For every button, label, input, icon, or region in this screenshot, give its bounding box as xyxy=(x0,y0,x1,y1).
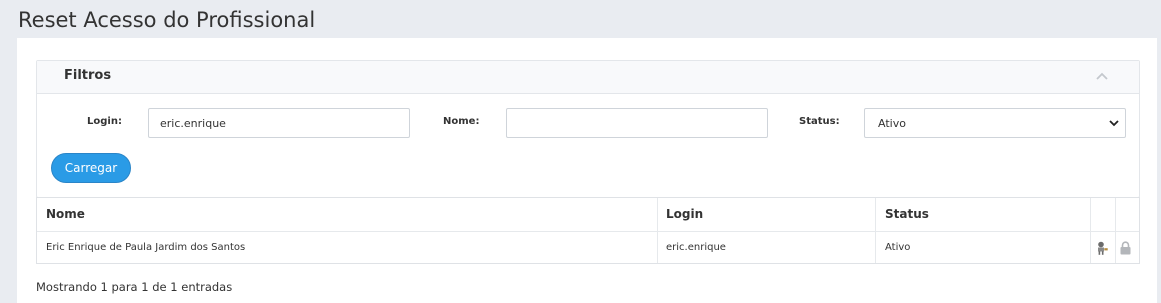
filter-panel-header[interactable]: Filtros xyxy=(37,61,1139,94)
filter-panel-title: Filtros xyxy=(64,68,112,83)
column-divider xyxy=(1090,198,1091,263)
column-header-status[interactable]: Status xyxy=(885,207,929,221)
status-label: Status: xyxy=(799,116,840,127)
cell-login: eric.enrique xyxy=(666,242,726,253)
status-select[interactable]: Ativo xyxy=(864,108,1126,138)
main-content: Filtros Login: Nome: Status: Ativo Carre… xyxy=(17,38,1157,303)
cell-nome: Eric Enrique de Paula Jardim dos Santos xyxy=(46,242,246,253)
lock-icon[interactable] xyxy=(1119,241,1132,255)
user-icon[interactable] xyxy=(1095,241,1109,255)
chevron-up-icon[interactable] xyxy=(1095,71,1109,81)
carregar-button[interactable]: Carregar xyxy=(51,153,131,183)
pagination-info: Mostrando 1 para 1 de 1 entradas xyxy=(36,280,233,294)
column-divider xyxy=(1115,198,1116,263)
nome-label: Nome: xyxy=(443,116,480,127)
page-gutter xyxy=(1157,38,1161,303)
login-label: Login: xyxy=(87,116,122,127)
column-header-nome[interactable]: Nome xyxy=(46,207,85,221)
page-header: Reset Acesso do Profissional xyxy=(0,0,1161,40)
login-input[interactable] xyxy=(148,108,410,138)
table-header xyxy=(37,198,1139,232)
page-title: Reset Acesso do Profissional xyxy=(18,8,316,32)
cell-status: Ativo xyxy=(885,242,911,253)
column-header-login[interactable]: Login xyxy=(666,207,703,221)
chevron-down-icon xyxy=(1109,120,1119,127)
filter-panel: Filtros Login: Nome: Status: Ativo Carre… xyxy=(36,60,1140,198)
nome-input[interactable] xyxy=(506,108,768,138)
results-table: Nome Login Status Eric Enrique de Paula … xyxy=(36,197,1140,264)
column-divider xyxy=(657,198,658,263)
status-select-value: Ativo xyxy=(878,117,906,130)
column-divider xyxy=(875,198,876,263)
